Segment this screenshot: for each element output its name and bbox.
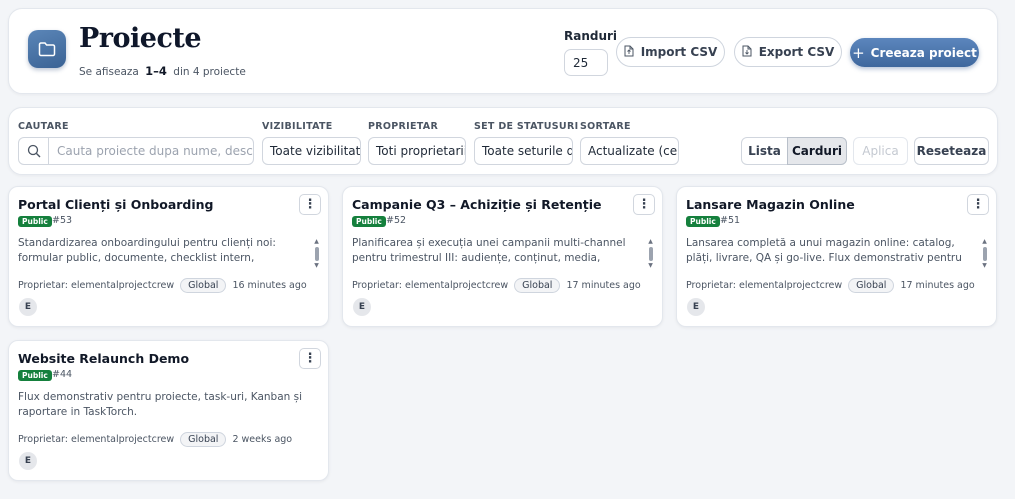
search-input[interactable]: Cauta proiecte dupa nume, descri <box>18 137 254 165</box>
results-summary: Se afiseaza 1–4 din 4 proiecte <box>79 64 246 78</box>
project-card[interactable]: Campanie Q3 – Achiziție și Retenție ⋮ Pu… <box>342 186 663 327</box>
more-options-icon[interactable]: ⋮ <box>967 194 989 215</box>
scroll-thumb[interactable] <box>314 247 319 261</box>
status-set-select[interactable]: Toate seturile de <box>474 137 573 165</box>
scroll-down-icon[interactable]: ▼ <box>982 263 987 269</box>
search-label: CAUTARE <box>18 121 69 132</box>
more-options-icon[interactable]: ⋮ <box>299 348 321 369</box>
visibility-badge: Public <box>352 216 386 227</box>
summary-range: 1–4 <box>145 64 167 78</box>
scope-pill: Global <box>180 278 227 293</box>
avatar: E <box>19 452 37 470</box>
project-title[interactable]: Portal Clienți și Onboarding <box>18 197 214 212</box>
project-meta: Proprietar: elementalprojectcrew Global … <box>686 278 975 293</box>
project-title[interactable]: Lansare Magazin Online <box>686 197 855 212</box>
visibility-select[interactable]: Toate vizibilitati <box>262 137 361 165</box>
project-meta: Proprietar: elementalprojectcrew Global … <box>18 278 307 293</box>
more-options-icon[interactable]: ⋮ <box>299 194 321 215</box>
avatar: E <box>687 298 705 316</box>
project-card[interactable]: Portal Clienți și Onboarding ⋮ Public #5… <box>8 186 329 327</box>
project-meta: Proprietar: elementalprojectcrew Global … <box>18 432 292 447</box>
project-description: Planificarea și execuția unei campanii m… <box>352 237 626 264</box>
reset-button[interactable]: Reseteaza <box>914 137 989 165</box>
project-description: Standardizarea onboardingului pentru cli… <box>18 237 276 264</box>
visibility-badge: Public <box>18 216 52 227</box>
owner-label: PROPRIETAR <box>368 121 439 132</box>
import-csv-label: Import CSV <box>640 45 718 59</box>
project-meta: Proprietar: elementalprojectcrew Global … <box>352 278 641 293</box>
scope-pill: Global <box>848 278 895 293</box>
scroll-down-icon[interactable]: ▼ <box>648 263 653 269</box>
project-card[interactable]: Website Relaunch Demo ⋮ Public #44 Flux … <box>8 340 329 481</box>
apply-button[interactable]: Aplica <box>853 137 908 165</box>
plus-icon: + <box>852 43 865 62</box>
project-id: #53 <box>52 215 73 226</box>
more-options-icon[interactable]: ⋮ <box>633 194 655 215</box>
visibility-label: VIZIBILITATE <box>262 121 333 132</box>
scroll-thumb[interactable] <box>648 247 653 261</box>
page-title: Proiecte <box>79 23 202 54</box>
owner-select[interactable]: Toti proprietarii <box>368 137 466 165</box>
project-owner: Proprietar: elementalprojectcrew <box>686 280 843 291</box>
import-csv-button[interactable]: Import CSV <box>616 37 725 67</box>
view-cards-toggle[interactable]: Carduri <box>787 137 847 165</box>
export-csv-button[interactable]: Export CSV <box>734 37 842 67</box>
search-icon <box>19 138 49 164</box>
summary-suffix: din 4 proiecte <box>173 66 246 78</box>
folder-icon <box>28 30 66 68</box>
scroll-up-icon[interactable]: ▲ <box>648 239 653 245</box>
rows-per-page-input[interactable]: 25 <box>564 49 608 76</box>
scope-pill: Global <box>180 432 227 447</box>
visibility-badge: Public <box>686 216 720 227</box>
updated-time: 17 minutes ago <box>566 280 641 291</box>
scroll-up-icon[interactable]: ▲ <box>982 239 987 245</box>
project-id: #52 <box>386 215 407 226</box>
project-card[interactable]: Lansare Magazin Online ⋮ Public #51 Lans… <box>676 186 997 327</box>
project-description: Flux demonstrativ pentru proiecte, task-… <box>18 391 303 418</box>
sort-label: SORTARE <box>580 121 631 132</box>
page-header: Proiecte Se afiseaza 1–4 din 4 proiecte … <box>8 8 998 94</box>
visibility-badge: Public <box>18 370 52 381</box>
rows-label: Randuri <box>564 29 618 43</box>
updated-time: 17 minutes ago <box>900 280 975 291</box>
export-csv-label: Export CSV <box>758 45 835 59</box>
search-placeholder: Cauta proiecte dupa nume, descri <box>57 144 254 158</box>
description-scrollbar[interactable]: ▲ ▼ <box>314 239 319 269</box>
create-project-label: Creeaza proiect <box>870 45 977 60</box>
avatar: E <box>19 298 37 316</box>
project-owner: Proprietar: elementalprojectcrew <box>18 280 175 291</box>
scope-pill: Global <box>514 278 561 293</box>
project-description: Lansarea completă a unui magazin online:… <box>686 237 962 264</box>
sort-select[interactable]: Actualizate (cele <box>580 137 679 165</box>
filters-bar: CAUTARE Cauta proiecte dupa nume, descri… <box>8 107 998 175</box>
avatar: E <box>353 298 371 316</box>
updated-time: 16 minutes ago <box>232 280 307 291</box>
project-owner: Proprietar: elementalprojectcrew <box>352 280 509 291</box>
project-id: #51 <box>720 215 741 226</box>
updated-time: 2 weeks ago <box>232 434 293 445</box>
scroll-down-icon[interactable]: ▼ <box>314 263 319 269</box>
status-set-label: SET DE STATUSURI <box>474 121 579 132</box>
project-owner: Proprietar: elementalprojectcrew <box>18 434 175 445</box>
summary-prefix: Se afiseaza <box>79 66 139 78</box>
project-title[interactable]: Website Relaunch Demo <box>18 351 189 366</box>
scroll-up-icon[interactable]: ▲ <box>314 239 319 245</box>
create-project-button[interactable]: + Creeaza proiect <box>850 38 979 67</box>
project-id: #44 <box>52 369 73 380</box>
project-title[interactable]: Campanie Q3 – Achiziție și Retenție <box>352 197 602 212</box>
file-icon <box>624 45 634 60</box>
scroll-thumb[interactable] <box>982 247 987 261</box>
description-scrollbar[interactable]: ▲ ▼ <box>982 239 987 269</box>
description-scrollbar[interactable]: ▲ ▼ <box>648 239 653 269</box>
view-list-toggle[interactable]: Lista <box>741 137 788 165</box>
file-icon <box>742 45 752 60</box>
